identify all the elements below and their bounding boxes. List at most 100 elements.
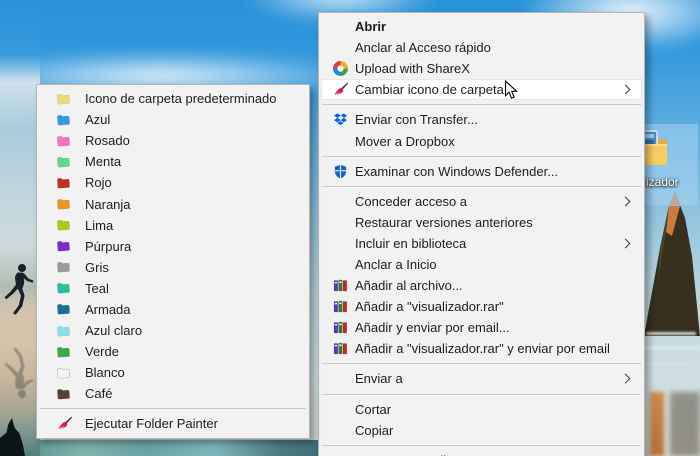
submenu-item-azul-claro[interactable]: Azul claro [39,320,307,341]
menu-item-label: Rojo [85,175,112,191]
folder-color-icon [57,198,85,210]
submenu-item-azul[interactable]: Azul [39,109,307,130]
menu-item-label: Rosado [85,133,130,149]
sunset-reflection [650,392,664,456]
submenu-item-verde[interactable]: Verde [39,341,307,362]
chevron-right-icon [620,84,631,95]
winrar-icon [325,278,355,293]
menu-item-enviar-con-transfer[interactable]: Enviar con Transfer... [321,109,642,130]
folder-color-icon [57,261,85,273]
menu-item-label: Ejecutar Folder Painter [85,416,218,432]
menu-item-label: Enviar con Transfer... [355,112,478,128]
wave-foam [646,362,690,365]
menu-item-crear-acceso-directo[interactable]: Crear acceso directo [321,450,642,456]
folder-color-icon [57,282,85,294]
menu-item-label: Azul [85,112,111,128]
dropbox-icon [325,112,355,127]
submenu-item-ejecutar-folder-painter[interactable]: Ejecutar Folder Painter [39,413,307,434]
chevron-right-icon [620,196,631,207]
menu-item-label: Icono de carpeta predeterminado [85,91,277,107]
folder-color-icon [57,114,85,126]
folder-color-icon [57,93,85,105]
menu-item-abrir[interactable]: Abrir [321,16,642,37]
folder-color-icon [57,240,85,252]
beach-water [0,440,330,456]
menu-item-label: Conceder acceso a [355,193,468,209]
winrar-icon [325,341,355,356]
brush-icon [57,416,85,431]
sharex-icon [325,61,355,77]
menu-item-label: Blanco [85,365,125,381]
folder-color-icon [57,156,85,168]
menu-item-label: Enviar a [355,371,403,387]
folder-color-icon [57,346,85,358]
menu-separator [322,185,641,187]
folder-color-icon [57,135,85,147]
menu-item-label: Anclar a Inicio [355,256,437,272]
folder-color-icon [56,367,85,379]
menu-separator [322,363,641,365]
menu-item-cambiar-icono-carpeta[interactable]: Cambiar icono de carpeta [321,79,642,101]
menu-item-label: Upload with ShareX [355,61,470,77]
folder-color-icon [57,177,85,189]
beach-scene-left [0,0,40,456]
menu-item-conceder-acceso[interactable]: Conceder acceso a [321,191,642,212]
menu-separator [40,408,306,410]
menu-item-incluir-en-biblioteca[interactable]: Incluir en biblioteca [321,233,642,254]
wave-foam [644,346,700,350]
menu-item-label: Café [85,386,113,402]
jogger-silhouette [4,264,34,315]
defender-icon [325,164,355,179]
menu-item-winrar-anadir-rar-email[interactable]: Añadir a "visualizador.rar" y enviar por… [321,338,642,359]
menu-item-label: Verde [85,344,119,360]
menu-item-label: Añadir a "visualizador.rar" [355,299,504,315]
menu-item-label: Añadir y enviar por email... [355,320,510,336]
menu-item-restaurar-versiones[interactable]: Restaurar versiones anteriores [321,212,642,233]
beach-scene-right [642,0,700,456]
menu-item-label: Añadir a "visualizador.rar" y enviar por… [355,341,610,357]
menu-item-label: Restaurar versiones anteriores [355,214,533,230]
menu-item-label: Lima [85,217,114,233]
menu-item-label: Gris [85,259,109,275]
menu-item-label: Naranja [85,196,131,212]
menu-item-anclar-a-inicio[interactable]: Anclar a Inicio [321,254,642,275]
menu-item-winrar-anadir-rar[interactable]: Añadir a "visualizador.rar" [321,296,642,317]
menu-item-cortar[interactable]: Cortar [321,399,642,420]
submenu-item-icono-predeterminado[interactable]: Icono de carpeta predeterminado [39,88,307,109]
menu-item-label: Cortar [355,401,392,417]
menu-item-label: Menta [85,154,122,170]
menu-separator [322,104,641,106]
folder-color-icon [57,303,85,315]
menu-separator [322,393,641,395]
menu-item-label: Examinar con Windows Defender... [355,163,559,179]
submenu-item-teal[interactable]: Teal [39,278,307,299]
submenu-item-rojo[interactable]: Rojo [39,172,307,193]
menu-item-label: Púrpura [85,238,132,254]
submenu-item-gris[interactable]: Gris [39,257,307,278]
submenu-item-naranja[interactable]: Naranja [39,193,307,214]
menu-item-mover-a-dropbox[interactable]: Mover a Dropbox [321,130,642,151]
wave-foam [646,332,696,335]
submenu-item-purpura[interactable]: Púrpura [39,236,307,257]
context-menu: Abrir Anclar al Acceso rápido Upload with … [318,12,645,456]
winrar-icon [325,320,355,335]
submenu-item-menta[interactable]: Menta [39,151,307,172]
menu-item-winrar-anadir-archivo[interactable]: Añadir al archivo... [321,275,642,296]
submenu-item-lima[interactable]: Lima [39,215,307,236]
menu-item-anclar-acceso-rapido[interactable]: Anclar al Acceso rápido [321,37,642,58]
submenu-item-armada[interactable]: Armada [39,299,307,320]
menu-item-winrar-anadir-email[interactable]: Añadir y enviar por email... [321,317,642,338]
menu-item-upload-sharex[interactable]: Upload with ShareX [321,58,642,79]
chevron-right-icon [620,374,631,384]
menu-item-copiar[interactable]: Copiar [321,420,642,441]
submenu-item-blanco[interactable]: Blanco [39,362,307,383]
submenu-item-cafe[interactable]: Café [39,383,307,404]
menu-item-label: Teal [85,280,109,296]
mouse-cursor [504,80,518,99]
menu-item-enviar-a[interactable]: Enviar a [321,368,642,389]
menu-separator [322,155,641,157]
menu-item-examinar-windows-defender[interactable]: Examinar con Windows Defender... [321,161,642,182]
menu-item-label: Mover a Dropbox [355,133,455,149]
submenu-item-rosado[interactable]: Rosado [39,130,307,151]
menu-item-label: Copiar [355,422,394,438]
